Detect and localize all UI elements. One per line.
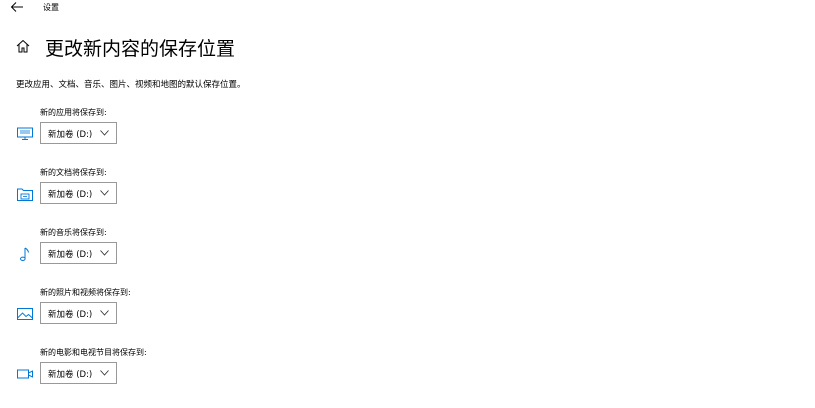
picture-icon (17, 308, 33, 320)
chevron-down-icon (100, 310, 109, 316)
setting-photos-videos: 新的照片和视频将保存到: 新加卷 (D:) (16, 287, 316, 339)
dropdown-value: 新加卷 (D:) (48, 130, 93, 140)
setting-movies-tv: 新的电影和电视节目将保存到: 新加卷 (D:) (16, 347, 316, 399)
back-arrow-icon[interactable] (10, 1, 24, 13)
setting-label: 新的照片和视频将保存到: (40, 288, 131, 297)
movies-tv-location-dropdown[interactable]: 新加卷 (D:) (40, 362, 117, 384)
dropdown-value: 新加卷 (D:) (48, 250, 93, 260)
setting-apps: 新的应用将保存到: 新加卷 (D:) (16, 107, 316, 159)
app-title: 设置 (43, 3, 59, 12)
photos-videos-location-dropdown[interactable]: 新加卷 (D:) (40, 302, 117, 324)
apps-location-dropdown[interactable]: 新加卷 (D:) (40, 122, 117, 144)
video-camera-icon (17, 369, 33, 379)
chevron-down-icon (100, 250, 109, 256)
setting-music: 新的音乐将保存到: 新加卷 (D:) (16, 227, 316, 279)
setting-documents: 新的文档将保存到: 新加卷 (D:) (16, 167, 316, 219)
document-drive-icon (17, 188, 33, 201)
dropdown-value: 新加卷 (D:) (48, 370, 93, 380)
setting-label: 新的电影和电视节目将保存到: (40, 348, 147, 357)
dropdown-value: 新加卷 (D:) (48, 310, 93, 320)
chevron-down-icon (100, 190, 109, 196)
monitor-icon (17, 127, 33, 140)
setting-label: 新的音乐将保存到: (40, 228, 107, 237)
setting-label: 新的应用将保存到: (40, 108, 107, 117)
page-description: 更改应用、文档、音乐、图片、视频和地图的默认保存位置。 (16, 80, 246, 90)
chevron-down-icon (100, 370, 109, 376)
setting-label: 新的文档将保存到: (40, 168, 107, 177)
music-location-dropdown[interactable]: 新加卷 (D:) (40, 242, 117, 264)
chevron-down-icon (100, 130, 109, 136)
page-title: 更改新内容的保存位置 (45, 38, 236, 60)
documents-location-dropdown[interactable]: 新加卷 (D:) (40, 182, 117, 204)
music-note-icon (20, 247, 29, 262)
home-icon (16, 39, 30, 53)
title-bar: 设置 (0, 0, 815, 16)
dropdown-value: 新加卷 (D:) (48, 190, 93, 200)
